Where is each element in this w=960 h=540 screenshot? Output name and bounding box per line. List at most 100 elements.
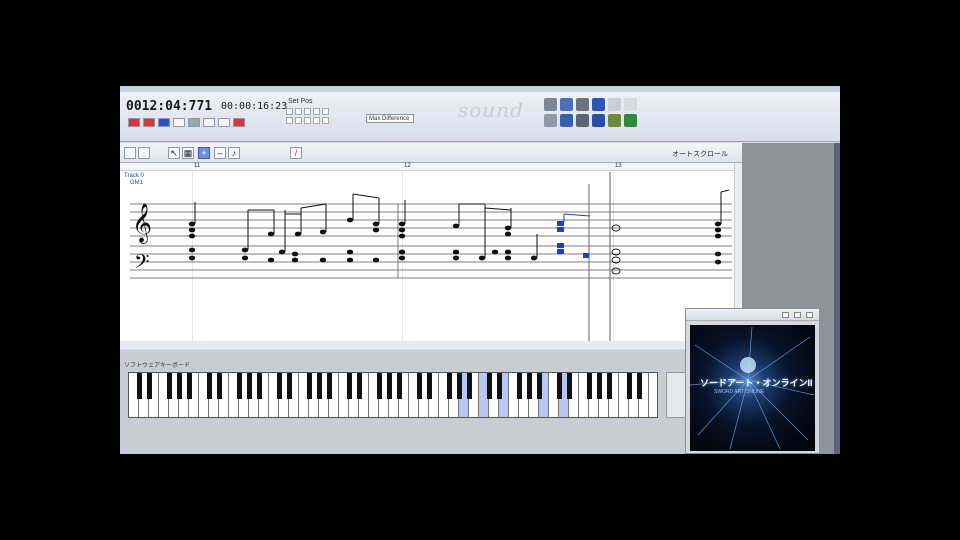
pos-cell[interactable] [313, 108, 320, 115]
pos-cell[interactable] [295, 117, 302, 124]
tool-icon[interactable] [560, 114, 573, 127]
black-key[interactable] [516, 373, 522, 399]
stems-and-beams [194, 189, 730, 258]
black-key[interactable] [386, 373, 392, 399]
tool-icon[interactable] [608, 114, 621, 127]
black-key[interactable] [486, 373, 492, 399]
note-icon[interactable]: ♪ [228, 147, 240, 159]
score-area[interactable]: 11 12 13 Track 0 GM1 𝄞 𝄢 [120, 163, 742, 418]
tool-icon[interactable] [608, 98, 621, 111]
pos-cell[interactable] [304, 117, 311, 124]
black-key[interactable] [526, 373, 532, 399]
black-key[interactable] [286, 373, 292, 399]
black-key[interactable] [466, 373, 472, 399]
black-key[interactable] [326, 373, 332, 399]
rewind-button[interactable] [173, 118, 185, 127]
black-key[interactable] [556, 373, 562, 399]
black-key[interactable] [446, 373, 452, 399]
measure-number: 13 [615, 163, 622, 169]
pos-cell[interactable] [286, 117, 293, 124]
difference-select[interactable]: Max Difference [366, 114, 414, 123]
stop-button[interactable] [143, 118, 155, 127]
notes [188, 217, 722, 265]
tool-icon[interactable] [544, 98, 557, 111]
pos-cell[interactable] [295, 108, 302, 115]
black-key[interactable] [316, 373, 322, 399]
tool-icon[interactable] [576, 98, 589, 111]
whole-notes [611, 224, 621, 275]
piano-keyboard[interactable] [128, 372, 658, 418]
black-key[interactable] [566, 373, 572, 399]
tool-icon[interactable] [544, 114, 557, 127]
line-icon[interactable]: – [214, 147, 226, 159]
pos-cell[interactable] [286, 108, 293, 115]
pos-cell[interactable] [322, 108, 329, 115]
software-keyboard-panel: ソフトウェアキーボード [120, 350, 742, 454]
select-tool-button[interactable] [124, 147, 136, 159]
black-key[interactable] [136, 373, 142, 399]
black-key[interactable] [376, 373, 382, 399]
black-key[interactable] [346, 373, 352, 399]
black-key[interactable] [626, 373, 632, 399]
pointer-icon[interactable]: ↖ [168, 147, 180, 159]
black-key[interactable] [396, 373, 402, 399]
pos-cell[interactable] [322, 117, 329, 124]
black-key[interactable] [236, 373, 242, 399]
pos-cell[interactable] [313, 117, 320, 124]
measure-ruler: 11 12 13 [120, 163, 742, 171]
close-button[interactable] [806, 312, 813, 318]
black-key[interactable] [636, 373, 642, 399]
autoscroll-toggle[interactable]: オートスクロール [672, 149, 728, 159]
pos-cell[interactable] [304, 108, 311, 115]
tool-icon[interactable] [560, 98, 573, 111]
zoom-tool-button[interactable] [138, 147, 150, 159]
black-key[interactable] [426, 373, 432, 399]
video-subtitle: SWORD ART ONLINE [714, 389, 765, 395]
black-key[interactable] [186, 373, 192, 399]
black-key[interactable] [536, 373, 542, 399]
black-key[interactable] [306, 373, 312, 399]
black-key[interactable] [606, 373, 612, 399]
play-button[interactable] [158, 118, 170, 127]
loop-button[interactable] [188, 118, 200, 127]
tool-icon[interactable] [624, 114, 637, 127]
black-key[interactable] [416, 373, 422, 399]
rec-mode-button[interactable] [233, 118, 245, 127]
staff-lines [130, 203, 732, 279]
music-editor-window: 0012:04:771 00:00:16:23 Set Pos Max Diff… [120, 86, 840, 454]
eraser-icon[interactable]: / [290, 147, 302, 159]
black-key[interactable] [256, 373, 262, 399]
black-key[interactable] [176, 373, 182, 399]
black-key[interactable] [356, 373, 362, 399]
app-logo: sound [458, 98, 524, 122]
black-key[interactable] [596, 373, 602, 399]
tool-icon[interactable] [592, 98, 605, 111]
grid-icon[interactable]: ▦ [182, 147, 194, 159]
set-pos-label: Set Pos [288, 98, 313, 105]
maximize-button[interactable] [794, 312, 801, 318]
black-key[interactable] [206, 373, 212, 399]
black-key[interactable] [496, 373, 502, 399]
pause-button[interactable] [218, 118, 230, 127]
minimize-button[interactable] [782, 312, 789, 318]
forward-button[interactable] [203, 118, 215, 127]
black-key[interactable] [456, 373, 462, 399]
black-key[interactable] [586, 373, 592, 399]
black-key[interactable] [216, 373, 222, 399]
screen-recording: 0012:04:771 00:00:16:23 Set Pos Max Diff… [0, 0, 960, 540]
black-key[interactable] [166, 373, 172, 399]
black-key[interactable] [146, 373, 152, 399]
black-key[interactable] [276, 373, 282, 399]
pen-icon[interactable]: + [198, 147, 210, 159]
video-thumbnail-window[interactable]: ソードアート・オンラインII SWORD ART ONLINE [685, 308, 820, 454]
transport-buttons [128, 118, 245, 127]
side-panel-scroll[interactable] [834, 143, 840, 454]
record-button[interactable] [128, 118, 140, 127]
black-key[interactable] [246, 373, 252, 399]
measure-number: 12 [404, 163, 411, 169]
tool-icon[interactable] [624, 98, 637, 111]
tool-icon[interactable] [592, 114, 605, 127]
time-elapsed: 00:00:16:23 [221, 101, 288, 112]
tool-icon[interactable] [576, 114, 589, 127]
video-frame: ソードアート・オンラインII SWORD ART ONLINE [690, 325, 815, 451]
